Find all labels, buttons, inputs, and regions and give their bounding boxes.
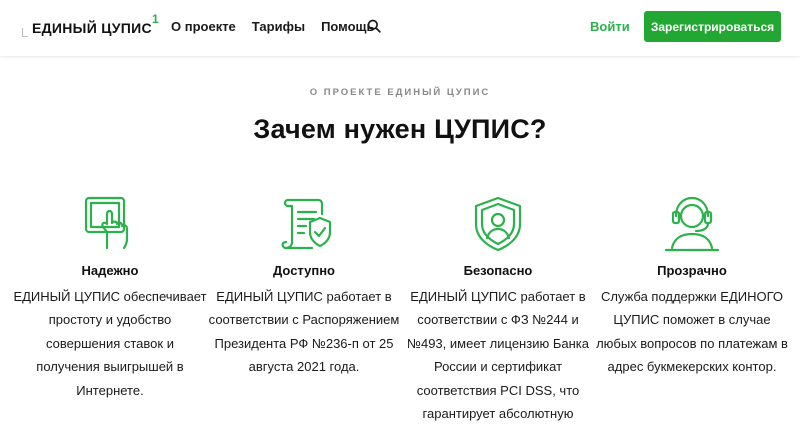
register-button[interactable]: Зарегистрироваться xyxy=(644,11,781,42)
feature-card-accessible: Доступно ЕДИНЫЙ ЦУПИС работает в соответ… xyxy=(207,194,401,379)
feature-title: Доступно xyxy=(273,263,335,278)
feature-title: Надежно xyxy=(81,263,139,278)
search-icon[interactable] xyxy=(367,19,381,33)
main-nav: О проекте Тарифы Помощь xyxy=(171,19,391,34)
login-link[interactable]: Войти xyxy=(590,19,630,34)
feature-card-transparent: Прозрачно Служба поддержки ЕДИНОГО ЦУПИС… xyxy=(595,194,789,379)
document-shield-icon xyxy=(281,198,332,250)
feature-text: ЕДИНЫЙ ЦУПИС работает в соответствии с Ф… xyxy=(407,289,589,422)
feature-title: Безопасно xyxy=(463,263,533,278)
feature-text: ЕДИНЫЙ ЦУПИС работает в соответствии с Р… xyxy=(208,289,400,375)
nav-item-about[interactable]: О проекте xyxy=(171,19,236,34)
logo-mark-icon xyxy=(22,28,28,37)
feature-card-secure: Безопасно ЕДИНЫЙ ЦУПИС работает в соотве… xyxy=(401,194,595,425)
headset-support-icon xyxy=(664,196,720,252)
section-title: Зачем нужен ЦУПИС? xyxy=(253,114,547,144)
tablet-touch-icon xyxy=(84,196,129,250)
feature-title: Прозрачно xyxy=(657,263,727,278)
feature-card-reliable: Надежно ЕДИНЫЙ ЦУПИС обеспечивает просто… xyxy=(13,194,207,402)
shield-person-icon xyxy=(474,196,522,252)
nav-item-tariffs[interactable]: Тарифы xyxy=(252,19,305,34)
section-overline: О ПРОЕКТЕ ЕДИНЫЙ ЦУПИС xyxy=(309,87,491,98)
top-header: ЕДИНЫЙ ЦУПИС 1 О проекте Тарифы Помощь В… xyxy=(0,0,800,56)
feature-text: Служба поддержки ЕДИНОГО ЦУПИС поможет в… xyxy=(596,289,788,375)
logo-superscript: 1 xyxy=(152,12,159,26)
logo-text: ЕДИНЫЙ ЦУПИС xyxy=(32,20,152,36)
feature-text: ЕДИНЫЙ ЦУПИС обеспечивает простоту и удо… xyxy=(13,289,207,398)
